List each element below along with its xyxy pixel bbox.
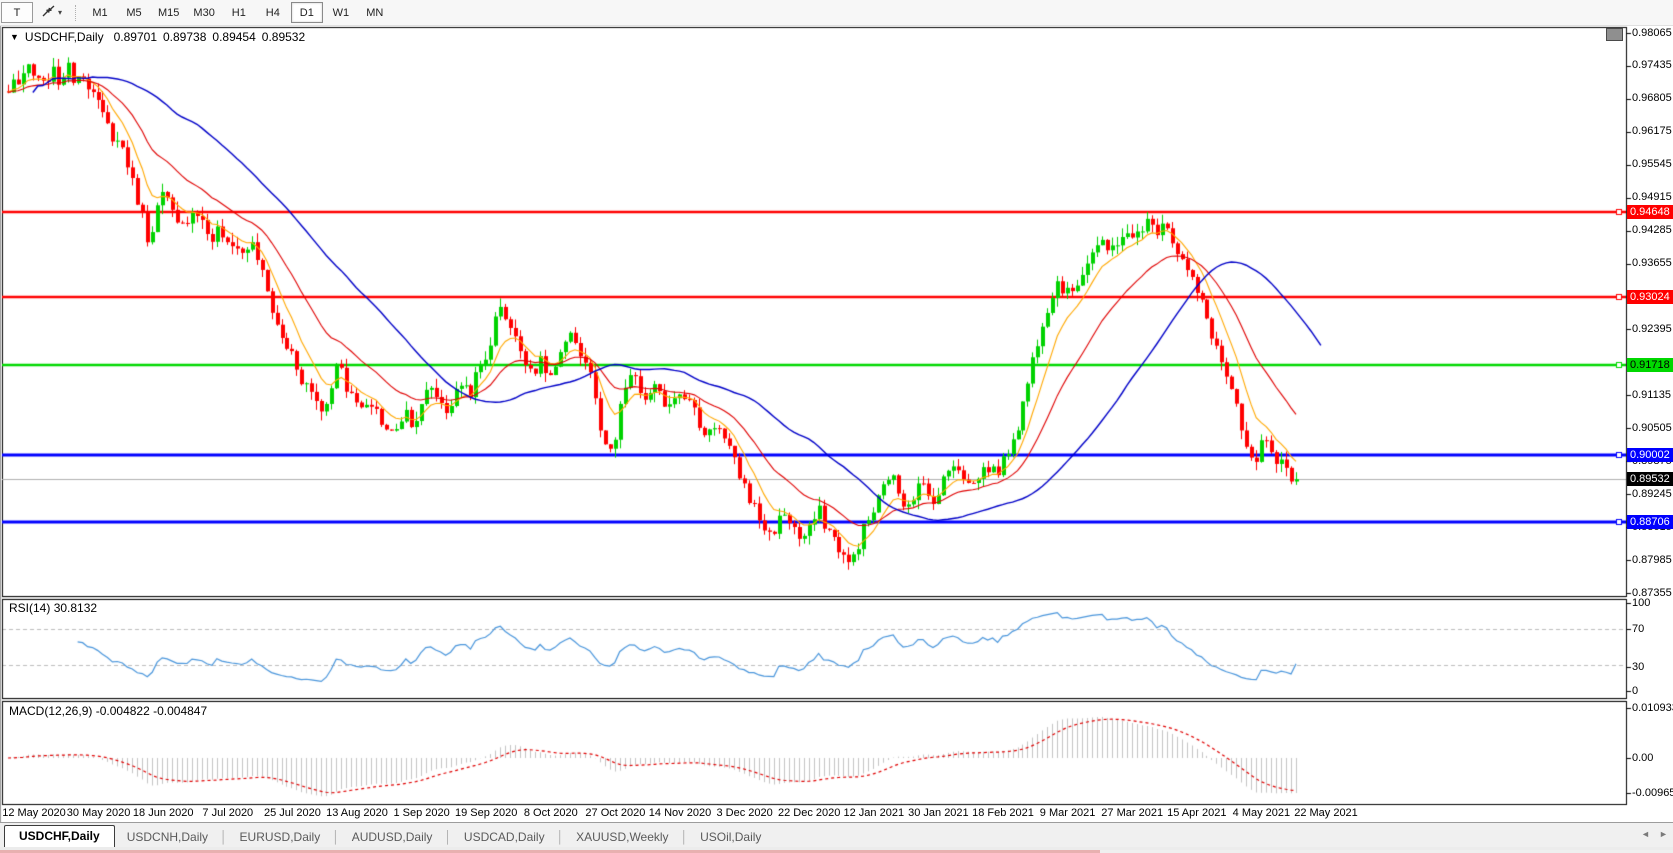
low-value: 0.89454 — [212, 30, 255, 44]
price-axis-tick: 0.98065 — [1632, 27, 1672, 40]
price-axis-tick: 0.93655 — [1632, 257, 1672, 270]
date-axis-label: 3 Dec 2020 — [716, 807, 772, 819]
tab-separator: │ — [444, 830, 452, 848]
rsi-axis-tick: 70 — [1632, 623, 1644, 636]
date-axis-label: 18 Feb 2021 — [972, 807, 1034, 819]
rsi-indicator-label: RSI(14) 30.8132 — [9, 601, 97, 615]
tab-separator: │ — [557, 830, 565, 848]
date-axis-label: 13 Aug 2020 — [326, 807, 388, 819]
macd-main-value: -0.004822 — [96, 704, 150, 718]
open-value: 0.89701 — [114, 30, 157, 44]
date-axis-label: 25 Jul 2020 — [264, 807, 321, 819]
timeframe-button-m5[interactable]: M5 — [118, 2, 150, 23]
tab-separator: │ — [220, 830, 228, 848]
trading-app-window: T ▾ M1M5M15M30H1H4D1W1MN ▼ USDCHF,Daily 0.… — [0, 0, 1673, 853]
macd-signal-value: -0.004847 — [153, 704, 207, 718]
chart-canvas[interactable] — [0, 0, 1673, 853]
symbol-dropdown-icon[interactable]: ▼ — [10, 32, 19, 42]
rsi-axis-tick: 0 — [1632, 685, 1638, 698]
tile-windows-icon — [41, 4, 56, 21]
macd-name: MACD(12,26,9) — [9, 704, 92, 718]
date-axis-label: 12 Jan 2021 — [844, 807, 905, 819]
chart-title: ▼ USDCHF,Daily 0.89701 0.89738 0.89454 0.8953… — [10, 30, 311, 44]
tab-usdcnh-daily[interactable]: USDCNH,Daily — [115, 827, 220, 848]
date-axis-label: 1 Sep 2020 — [393, 807, 449, 819]
tab-separator: │ — [681, 830, 689, 848]
high-value: 0.89738 — [163, 30, 206, 44]
timeframe-button-h4[interactable]: H4 — [257, 2, 289, 23]
date-axis-label: 8 Oct 2020 — [524, 807, 578, 819]
tab-eurusd-daily[interactable]: EURUSD,Daily — [228, 827, 333, 848]
tab-usoil-daily[interactable]: USOil,Daily — [688, 827, 773, 848]
date-axis-label: 19 Sep 2020 — [455, 807, 517, 819]
date-axis-label: 22 Dec 2020 — [778, 807, 840, 819]
price-axis-tick: 0.87985 — [1632, 554, 1672, 567]
tab-usdchf-daily[interactable]: USDCHF,Daily — [4, 825, 115, 848]
date-axis-label: 15 Apr 2021 — [1167, 807, 1226, 819]
price-axis-tick: 0.94915 — [1632, 191, 1672, 204]
tab-audusd-daily[interactable]: AUDUSD,Daily — [340, 827, 445, 848]
date-axis-label: 9 Mar 2021 — [1040, 807, 1096, 819]
symbol-tab-bar: USDCHF,DailyUSDCNH,Daily│EURUSD,Daily│AU… — [0, 822, 1673, 848]
price-axis-tick: 0.96175 — [1632, 125, 1672, 138]
timeframe-button-m30[interactable]: M30 — [187, 2, 220, 23]
date-axis-label: 30 Jan 2021 — [908, 807, 969, 819]
macd-indicator-label: MACD(12,26,9) -0.004822 -0.004847 — [9, 704, 207, 718]
text-tool-button[interactable]: T — [1, 2, 33, 23]
tab-usdcad-daily[interactable]: USDCAD,Daily — [452, 827, 557, 848]
date-axis-label: 14 Nov 2020 — [649, 807, 711, 819]
price-axis-tick: 0.95545 — [1632, 158, 1672, 171]
price-axis-tick: 0.91135 — [1632, 389, 1671, 402]
price-axis-tick: 0.89245 — [1632, 488, 1672, 501]
date-axis-label: 4 May 2021 — [1233, 807, 1290, 819]
timeframe-button-w1[interactable]: W1 — [325, 2, 357, 23]
price-axis-tick: 0.94285 — [1632, 224, 1672, 237]
toolbar-separator — [75, 5, 77, 21]
current-price-tag: 0.89532 — [1627, 472, 1673, 486]
timeframe-button-m15[interactable]: M15 — [152, 2, 185, 23]
rsi-axis-tick: 100 — [1632, 597, 1650, 610]
date-axis-label: 12 May 2020 — [2, 807, 66, 819]
date-axis-label: 27 Oct 2020 — [585, 807, 645, 819]
hline-price-tag[interactable]: 0.94648 — [1627, 205, 1673, 219]
hline-price-tag[interactable]: 0.90002 — [1627, 448, 1673, 462]
date-axis-label: 7 Jul 2020 — [202, 807, 253, 819]
rsi-name: RSI(14) — [9, 601, 50, 615]
rsi-current-value: 30.8132 — [54, 601, 97, 615]
top-toolbar: T ▾ M1M5M15M30H1H4D1W1MN — [0, 0, 1673, 26]
price-axis-tick: 0.96805 — [1632, 92, 1672, 105]
tab-xauusd-weekly[interactable]: XAUUSD,Weekly — [564, 827, 680, 848]
close-value: 0.89532 — [262, 30, 305, 44]
date-axis-label: 30 May 2020 — [67, 807, 131, 819]
timeframe-button-h1[interactable]: H1 — [223, 2, 255, 23]
chart-shift-marker[interactable] — [1606, 28, 1623, 41]
date-axis-label: 18 Jun 2020 — [133, 807, 194, 819]
timeframe-button-m1[interactable]: M1 — [84, 2, 116, 23]
ohlc-values: 0.89701 0.89738 0.89454 0.89532 — [114, 30, 312, 44]
macd-axis-tick: -0.009653 — [1632, 787, 1673, 800]
price-axis-tick: 0.92395 — [1632, 323, 1672, 336]
date-axis-label: 22 May 2021 — [1294, 807, 1358, 819]
tab-scroll-left-icon[interactable]: ◄ — [1641, 829, 1650, 839]
hline-price-tag[interactable]: 0.91718 — [1627, 358, 1673, 372]
timeframe-button-d1[interactable]: D1 — [291, 2, 323, 23]
chevron-down-icon: ▾ — [58, 8, 62, 17]
price-axis-tick: 0.97435 — [1632, 59, 1672, 72]
hline-price-tag[interactable]: 0.93024 — [1627, 290, 1673, 304]
timeframe-button-group: M1M5M15M30H1H4D1W1MN — [83, 2, 392, 23]
hline-price-tag[interactable]: 0.88706 — [1627, 515, 1673, 529]
price-axis-tick: 0.90505 — [1632, 422, 1672, 435]
chart-symbol-period: USDCHF,Daily — [25, 30, 104, 44]
date-axis-label: 27 Mar 2021 — [1101, 807, 1163, 819]
tab-scroll-right-icon[interactable]: ► — [1659, 829, 1668, 839]
macd-axis-tick: 0.00 — [1632, 752, 1653, 765]
rsi-axis-tick: 30 — [1632, 661, 1644, 674]
timeframe-button-mn[interactable]: MN — [359, 2, 391, 23]
macd-axis-tick: 0.010933 — [1632, 702, 1673, 715]
tile-windows-button[interactable]: ▾ — [35, 2, 68, 23]
tab-separator: │ — [332, 830, 340, 848]
